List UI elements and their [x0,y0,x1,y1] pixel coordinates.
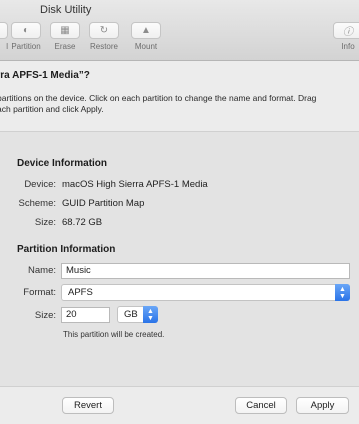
partition-note: This partition will be created. [63,330,165,339]
toolbar-restore[interactable]: ↻ Restore [88,22,120,51]
size-unit-select[interactable]: GB ▲ ▼ [117,306,158,323]
partition-panel: Device Information Device: macOS High Si… [0,131,359,387]
description-line: partitions on the device. Click on each … [0,93,317,103]
description-line: ach partition and click Apply. [0,104,104,114]
toolbar-erase[interactable]: ▦ Erase [50,22,80,51]
format-label: Format: [23,287,56,298]
device-label: Device: [24,179,56,190]
apply-button[interactable]: Apply [296,397,349,414]
toolbar-label: Partition [11,42,41,51]
cancel-button[interactable]: Cancel [235,397,287,414]
partition-sheet: ierra APFS-1 Media”? partitions on the d… [0,61,359,424]
restore-icon: ↻ [89,22,119,39]
toolbar-info[interactable]: ⓘ Info [333,22,359,51]
scheme-value: GUID Partition Map [62,198,145,209]
sheet-description: partitions on the device. Click on each … [0,93,359,115]
revert-button[interactable]: Revert [62,397,114,414]
partition-icon: ◐ [11,22,41,39]
size-value: 68.72 GB [62,217,103,228]
device-info-title: Device Information [17,158,108,169]
scheme-label: Scheme: [18,198,57,209]
partition-size-label: Size: [34,310,56,321]
mount-icon: ▲ [131,22,161,39]
toolbar-label: Mount [134,42,158,51]
erase-icon: ▦ [50,22,80,39]
name-label: Name: [28,265,56,276]
chevron-updown-icon: ▲ ▼ [335,284,350,301]
toolbar-label: Info [341,42,355,51]
sheet-heading: ierra APFS-1 Media”? [0,70,90,81]
toolbar-partition[interactable]: ◐ Partition [9,22,43,51]
toolbar: Disk Utility ✚ l ◐ Partition ▦ Erase ↻ R… [0,0,359,61]
toolbar-label: l [6,42,8,51]
name-field[interactable]: Music [61,263,350,279]
first-aid-icon: ✚ [0,22,8,39]
format-value: APFS [68,287,93,298]
format-select[interactable]: APFS ▲ ▼ [61,284,350,301]
info-icon: ⓘ [333,22,359,39]
partition-info-title: Partition Information [17,244,116,255]
size-label: Size: [34,217,56,228]
toolbar-first-aid[interactable]: ✚ l [0,22,8,51]
device-value: macOS High Sierra APFS-1 Media [62,179,208,190]
disk-utility-window: Disk Utility ✚ l ◐ Partition ▦ Erase ↻ R… [0,0,359,424]
size-unit-value: GB [124,309,138,320]
toolbar-label: Restore [89,42,118,51]
toolbar-mount[interactable]: ▲ Mount [130,22,162,51]
window-title: Disk Utility [40,4,92,16]
chevron-updown-icon: ▲ ▼ [143,306,158,323]
partition-size-field[interactable]: 20 [61,307,110,323]
toolbar-label: Erase [54,42,76,51]
